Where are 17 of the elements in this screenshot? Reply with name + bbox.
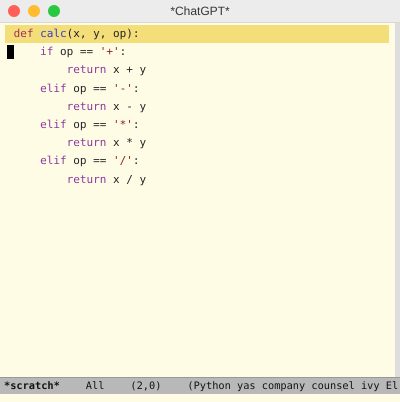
code-line: return x / y (66, 172, 146, 188)
code-line: return x - y (66, 98, 146, 115)
buffer-name: *scratch* (4, 380, 60, 392)
window-title: *ChatGPT* (170, 4, 230, 18)
code-line: def calc(x, y, op): (14, 26, 140, 42)
code-line: elif op == '/': (39, 153, 140, 170)
zoom-button[interactable] (48, 5, 60, 17)
code-line: elif op == '-': (39, 80, 140, 97)
mode-list: (Python yas company counsel ivy El (187, 380, 398, 392)
code-line: return x + y (66, 62, 146, 78)
minimize-button[interactable] (28, 5, 40, 17)
line-column: (2,0) (130, 380, 162, 392)
code-line: if op == '+': (39, 44, 126, 60)
scroll-position: All (86, 380, 104, 392)
code-line: elif op == '*': (39, 116, 140, 133)
close-button[interactable] (8, 5, 20, 17)
code-line: return x * y (66, 135, 146, 152)
